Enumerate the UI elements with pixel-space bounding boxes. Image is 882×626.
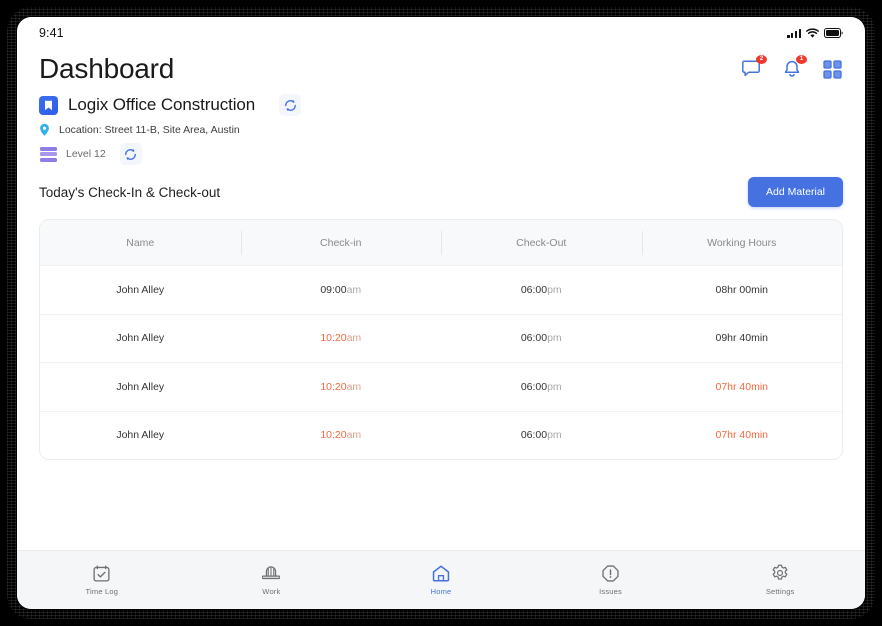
check-out-suffix: pm	[547, 429, 562, 442]
nav-item-issues[interactable]: Issues	[526, 564, 696, 596]
cell-name: John Alley	[116, 429, 165, 442]
gear-icon	[772, 564, 788, 580]
cell-name: John Alley	[116, 332, 165, 345]
nav-item-work[interactable]: Work	[187, 565, 357, 596]
check-out-time: 06:00	[520, 380, 548, 393]
layers-icon	[40, 146, 57, 162]
swap-project-button[interactable]	[279, 94, 302, 116]
cell-working-hours: 08hr 00min	[715, 283, 769, 296]
project-block: Logix Office Construction Location: Stre…	[17, 85, 865, 165]
column-header-working-hours: Working Hours	[642, 237, 843, 249]
device-frame: 9:41 Dashboard 2 1 Logix Office Construc…	[7, 7, 875, 619]
nav-item-time-log[interactable]: Time Log	[17, 564, 187, 596]
section-bar: Today's Check-In & Check-out Add Materia…	[17, 165, 865, 207]
table-row[interactable]: John Alley 10:20am 06:00pm 07hr 40min	[40, 362, 842, 411]
check-in-suffix: am	[346, 332, 362, 345]
nav-label-issues: Issues	[599, 586, 623, 596]
check-out-suffix: pm	[547, 380, 562, 393]
cell-check-in: 10:20am	[241, 381, 442, 393]
status-time: 9:41	[39, 26, 64, 40]
location-row: Location: Street 11-B, Site Area, Austin	[39, 123, 843, 137]
nav-item-home[interactable]: Home	[356, 564, 526, 596]
apps-grid-icon	[822, 59, 842, 79]
bookmark-icon	[39, 95, 58, 115]
messages-button[interactable]: 2	[741, 55, 767, 80]
nav-label-settings: Settings	[765, 587, 795, 596]
check-in-time: 10:20	[320, 332, 347, 345]
section-title: Today's Check-In & Check-out	[39, 184, 221, 200]
hard-hat-icon	[262, 565, 281, 579]
table-row[interactable]: John Alley 10:20am 06:00pm 09hr 40min	[40, 313, 842, 363]
calendar-check-icon	[93, 564, 110, 582]
add-material-button[interactable]: Add Material	[748, 177, 843, 207]
attendance-table: Name Check-in Check-Out Working Hours Jo…	[39, 219, 843, 460]
check-out-time: 06:00	[520, 283, 548, 296]
level-text: Level 12	[66, 148, 106, 160]
location-pin-icon	[40, 123, 49, 136]
status-icons	[787, 27, 843, 39]
nav-label-time-log: Time Log	[85, 586, 119, 596]
project-row: Logix Office Construction	[39, 94, 843, 116]
cell-working-hours: 09hr 40min	[715, 332, 769, 345]
cell-check-out: 06:00pm	[441, 284, 642, 296]
check-in-time: 10:20	[320, 429, 347, 442]
page-title: Dashboard	[39, 53, 175, 84]
table-body: John Alley 09:00am 06:00pm 08hr 00min John A…	[40, 266, 842, 459]
cell-check-out: 06:00pm	[441, 332, 642, 344]
swap-refresh-icon	[125, 148, 137, 160]
check-in-time: 10:20	[320, 380, 347, 393]
battery-icon	[824, 28, 843, 38]
column-header-check-out: Check-Out	[441, 237, 642, 249]
header-actions: 2 1	[741, 55, 843, 80]
messages-badge: 2	[756, 55, 767, 64]
cell-check-out: 06:00pm	[441, 429, 642, 441]
table-row[interactable]: John Alley 10:20am 06:00pm 07hr 40min	[40, 410, 842, 460]
cell-name: John Alley	[116, 283, 165, 296]
check-out-suffix: pm	[547, 283, 562, 296]
check-in-time: 09:00	[320, 283, 347, 296]
location-text: Location: Street 11-B, Site Area, Austin	[59, 124, 240, 136]
column-header-check-in: Check-in	[241, 237, 442, 249]
check-out-time: 06:00	[520, 429, 548, 442]
table-header-row: Name Check-in Check-Out Working Hours	[40, 220, 842, 266]
notifications-badge: 1	[796, 55, 807, 64]
home-icon	[432, 564, 450, 582]
screen: 9:41 Dashboard 2 1 Logix Office Construc…	[17, 17, 865, 609]
check-out-suffix: pm	[547, 332, 562, 345]
nav-item-settings[interactable]: Settings	[695, 564, 865, 596]
check-in-suffix: am	[346, 429, 362, 442]
cell-name: John Alley	[116, 380, 165, 393]
bookmark-glyph-icon	[45, 100, 52, 110]
project-name: Logix Office Construction	[68, 95, 256, 114]
nav-label-work: Work	[262, 586, 281, 596]
cell-check-in: 09:00am	[241, 284, 442, 296]
apps-grid-button[interactable]	[821, 58, 843, 80]
nav-label-home: Home	[430, 586, 452, 596]
cell-check-out: 06:00pm	[441, 381, 642, 393]
check-in-suffix: am	[346, 283, 362, 296]
status-bar: 9:41	[17, 17, 865, 47]
bottom-nav: Time Log Work Home Issues Settings	[17, 550, 865, 609]
wifi-icon	[806, 27, 819, 38]
swap-refresh-icon	[284, 99, 296, 111]
check-out-time: 06:00	[520, 332, 548, 345]
check-in-suffix: am	[346, 380, 362, 393]
column-header-name: Name	[126, 236, 155, 249]
cell-check-in: 10:20am	[241, 332, 442, 344]
level-row: Level 12	[39, 143, 843, 165]
swap-level-button[interactable]	[119, 143, 142, 165]
alert-octagon-icon	[602, 564, 619, 582]
cell-working-hours: 07hr 40min	[715, 429, 769, 442]
page-header: Dashboard 2 1	[17, 47, 865, 85]
cell-working-hours: 07hr 40min	[715, 380, 769, 393]
cell-check-in: 10:20am	[241, 429, 442, 441]
signal-icon	[787, 28, 801, 38]
table-row[interactable]: John Alley 09:00am 06:00pm 08hr 00min	[40, 266, 842, 314]
notifications-button[interactable]: 1	[781, 55, 807, 80]
